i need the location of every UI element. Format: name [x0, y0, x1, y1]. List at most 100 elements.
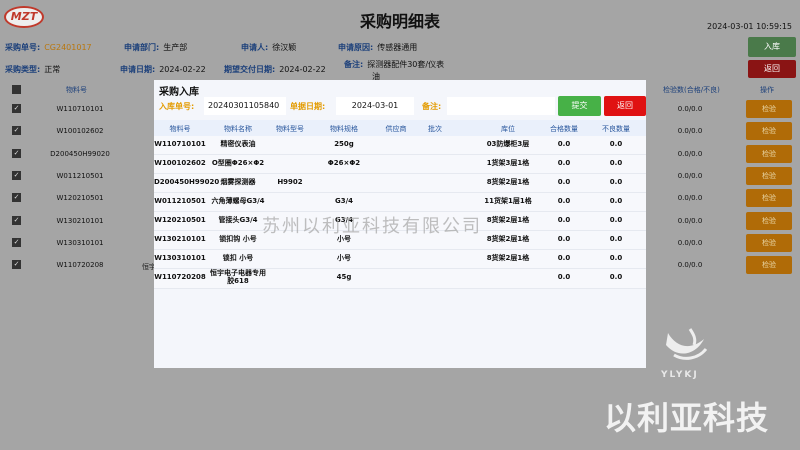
- table-row[interactable]: D200450H99020 烟雾探测器 H9902 8货架2层1格 0.0 0.0: [154, 174, 646, 193]
- row-ok-qty[interactable]: 0.0: [540, 273, 588, 281]
- th-model: 物料型号: [276, 125, 304, 133]
- row-ok-qty[interactable]: 0.0: [540, 216, 588, 224]
- th-ng-qty: 不良数量: [602, 125, 630, 133]
- row-ok-qty[interactable]: 0.0: [540, 140, 588, 148]
- type-value: 正常: [44, 65, 61, 74]
- inspect-button[interactable]: 检验: [746, 100, 792, 118]
- app-window: MZT 采购明细表 2024-03-01 10:59:15 入库 返回 采购单号…: [0, 0, 800, 450]
- inspect-button[interactable]: 检验: [746, 166, 792, 185]
- row-location: 8货架2层1格: [486, 178, 530, 186]
- table-row[interactable]: W100102602 O型圈Φ26×Φ2 Φ26×Φ2 1货架3层1格 0.0 0.0: [154, 155, 646, 174]
- row-spec: 小号: [337, 254, 351, 262]
- inspect-button[interactable]: 检验: [746, 144, 792, 163]
- row-checkbox[interactable]: ✓: [12, 170, 21, 180]
- row-code: W110710101: [154, 140, 206, 148]
- row-ng-qty[interactable]: 0.0: [592, 159, 640, 167]
- back-button[interactable]: 返回: [748, 60, 796, 78]
- inspect-button[interactable]: 检验: [746, 211, 792, 230]
- row-code: W130310101: [154, 254, 206, 262]
- row-ok-qty[interactable]: 0.0: [540, 254, 588, 262]
- table-row[interactable]: W110720208 恒宇电子电器专用胶618 45g 0.0 0.0: [154, 269, 646, 289]
- row-ng-qty[interactable]: 0.0: [592, 140, 640, 148]
- col-action: 操作: [760, 86, 774, 94]
- inbound-no-label: 入库单号:: [159, 102, 195, 111]
- row-spec: 小号: [337, 235, 351, 243]
- row-ng-qty[interactable]: 0.0: [592, 197, 640, 205]
- row-code: W011210501: [154, 197, 206, 205]
- row-spec: 250g: [334, 140, 354, 148]
- th-location: 库位: [501, 125, 515, 133]
- inbound-button[interactable]: 入库: [748, 37, 796, 57]
- table-row[interactable]: W011210501 六角薄螺母G3/4 G3/4 11货架1层1格 0.0 0.0: [154, 193, 646, 212]
- row-checkbox[interactable]: ✓: [12, 148, 21, 158]
- applicant-label: 申请人:: [241, 43, 269, 52]
- row-ng-qty[interactable]: 0.0: [592, 273, 640, 281]
- row-location: 1货架3层1格: [486, 159, 530, 167]
- row-location: 8货架2层1格: [486, 216, 530, 224]
- table-row[interactable]: W130210101 锁扣钩 小号 小号 8货架2层1格 0.0 0.0: [154, 231, 646, 250]
- row-checkbox[interactable]: ✓: [12, 237, 21, 247]
- dept-field: 申请部门: 生产部: [124, 42, 187, 53]
- order-no-label: 采购单号:: [5, 43, 41, 52]
- table-row[interactable]: W130310101 锁扣 小号 小号 8货架2层1格 0.0 0.0: [154, 250, 646, 269]
- dept-label: 申请部门:: [124, 43, 160, 52]
- row-inspect-qty: 0.0/0.0: [677, 238, 703, 247]
- row-material-no: W130210101: [56, 216, 104, 225]
- row-ok-qty[interactable]: 0.0: [540, 197, 588, 205]
- row-spec: Φ26×Φ2: [327, 159, 361, 167]
- order-no-field: 采购单号: CG2401017: [5, 42, 92, 53]
- order-no-value: CG2401017: [44, 43, 92, 52]
- row-checkbox[interactable]: ✓: [12, 193, 21, 203]
- remark-input[interactable]: [447, 97, 555, 115]
- row-location: 11货架1层1格: [484, 197, 532, 205]
- applicant-value: 徐汉颖: [272, 43, 297, 52]
- apply-date-label: 申请日期:: [120, 65, 156, 74]
- remark-value: 探测器配件30套/仪表: [367, 60, 445, 69]
- apply-date-value: 2024-02-22: [159, 65, 206, 74]
- doc-date-label: 单据日期:: [290, 102, 326, 111]
- inspect-button[interactable]: 检验: [746, 122, 792, 141]
- row-checkbox[interactable]: ✓: [12, 104, 21, 113]
- select-all-checkbox[interactable]: [12, 85, 21, 94]
- row-ng-qty[interactable]: 0.0: [592, 216, 640, 224]
- row-material-no: W100102602: [56, 127, 104, 136]
- row-ng-qty[interactable]: 0.0: [592, 235, 640, 243]
- inspect-button[interactable]: 检验: [746, 256, 792, 275]
- page-title: 采购明细表: [359, 12, 440, 31]
- reason-field: 申请原因: 传感器通用: [338, 42, 417, 53]
- brand-logo-icon: [666, 328, 708, 360]
- row-material-no: W110720208: [56, 261, 104, 270]
- row-ok-qty[interactable]: 0.0: [540, 159, 588, 167]
- row-inspect-qty: 0.0/0.0: [677, 171, 703, 180]
- row-ok-qty[interactable]: 0.0: [540, 178, 588, 186]
- row-code: W100102602: [154, 159, 206, 167]
- inspect-button[interactable]: 检验: [746, 233, 792, 252]
- row-checkbox[interactable]: ✓: [12, 260, 21, 270]
- row-name: 精密仪表油: [220, 140, 256, 148]
- row-ng-qty[interactable]: 0.0: [592, 254, 640, 262]
- row-checkbox[interactable]: ✓: [12, 215, 21, 225]
- inbound-table-body: W110710101 精密仪表油 250g 03防爆柜3层 0.0 0.0 W1001026…: [154, 136, 646, 289]
- row-ng-qty[interactable]: 0.0: [592, 178, 640, 186]
- inspect-button[interactable]: 检验: [746, 189, 792, 208]
- col-material-no: 物料号: [66, 86, 87, 94]
- row-inspect-qty: 0.0/0.0: [677, 216, 703, 225]
- row-name: 烟雾探测器: [220, 178, 256, 186]
- row-ok-qty[interactable]: 0.0: [540, 235, 588, 243]
- dialog-back-button[interactable]: 返回: [604, 96, 646, 116]
- row-spec: G3/4: [334, 197, 354, 205]
- th-ok-qty: 合格数量: [550, 125, 578, 133]
- applicant-field: 申请人: 徐汉颖: [241, 42, 296, 53]
- row-name: 恒宇电子电器专用胶618: [210, 269, 266, 286]
- inbound-no-field[interactable]: 20240301105840: [204, 97, 286, 115]
- th-supplier: 供应商: [385, 125, 407, 133]
- row-code: W110720208: [154, 273, 206, 281]
- th-name: 物料名称: [224, 125, 252, 133]
- submit-button[interactable]: 提交: [558, 96, 601, 116]
- table-row[interactable]: W120210501 管接头G3/4 G3/4 8货架2层1格 0.0 0.0: [154, 212, 646, 231]
- row-checkbox[interactable]: ✓: [12, 126, 21, 136]
- row-inspect-qty: 0.0/0.0: [677, 127, 703, 136]
- table-row[interactable]: W110710101 精密仪表油 250g 03防爆柜3层 0.0 0.0: [154, 136, 646, 155]
- doc-date-field[interactable]: 2024-03-01: [336, 97, 414, 115]
- row-inspect-qty: 0.0/0.0: [677, 194, 703, 203]
